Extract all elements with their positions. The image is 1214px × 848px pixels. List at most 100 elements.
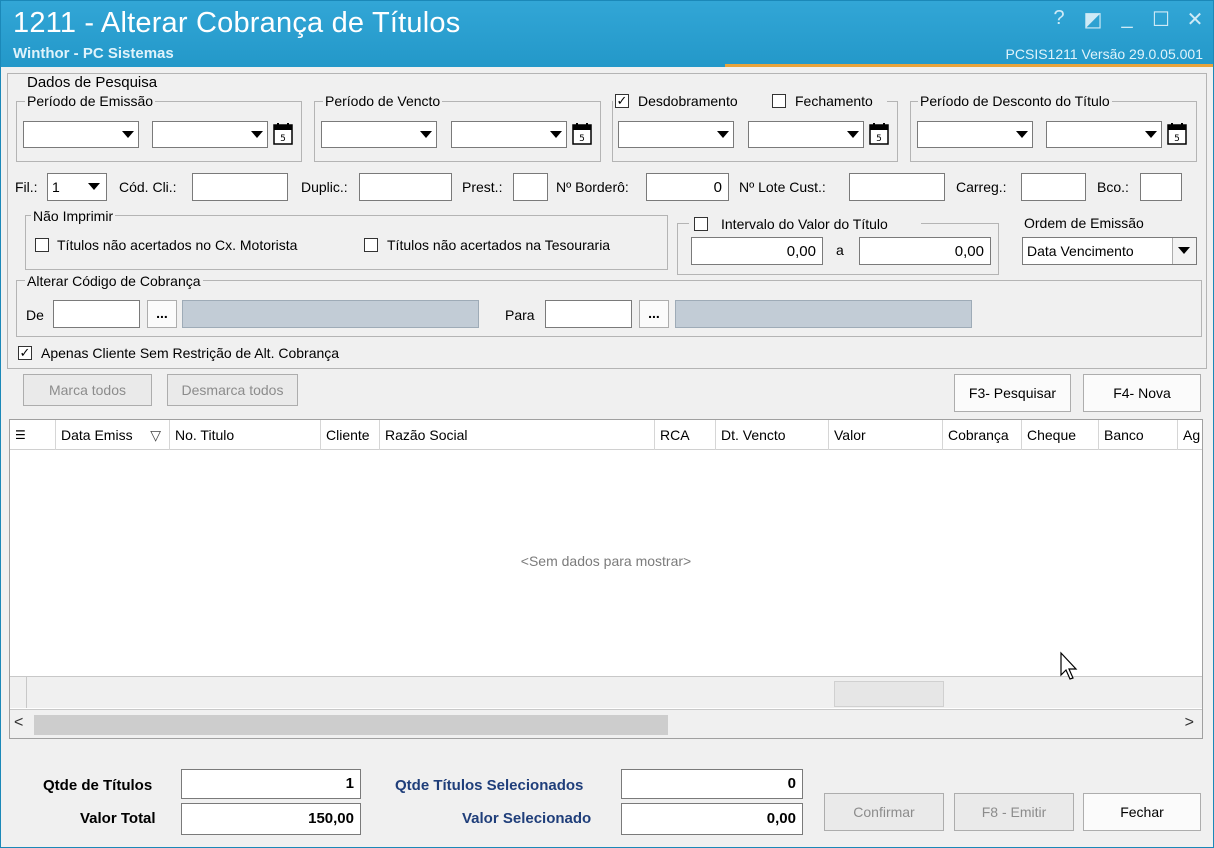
titles-grid[interactable]: ☰ Data Emiss ▽ No. Titulo Cliente Razão … <box>9 419 1203 739</box>
desconto-legend: Período de Desconto do Título <box>918 93 1112 109</box>
col-rca[interactable]: RCA <box>655 420 716 450</box>
col-razao-social[interactable]: Razão Social <box>380 420 655 450</box>
carreg-input[interactable] <box>1021 173 1086 201</box>
para-description <box>675 300 972 328</box>
chevron-down-icon <box>251 131 263 138</box>
desdobramento-end-combo[interactable] <box>748 121 864 148</box>
column-chooser-icon[interactable]: ☰ <box>10 420 56 450</box>
window-title: 1211 - Alterar Cobrança de Títulos <box>13 7 461 39</box>
intervalo-de-input[interactable]: 0,00 <box>691 237 823 265</box>
bordero-input[interactable]: 0 <box>646 173 729 201</box>
tesouraria-label: Títulos não acertados na Tesouraria <box>387 237 611 253</box>
emissao-end-combo[interactable] <box>152 121 268 148</box>
help-icon[interactable]: ? <box>1047 7 1071 32</box>
intervalo-ate-input[interactable]: 0,00 <box>859 237 991 265</box>
col-cheque[interactable]: Cheque <box>1022 420 1099 450</box>
prest-input[interactable] <box>513 173 548 201</box>
valor-selecionado-field: 0,00 <box>621 803 803 835</box>
desconto-start-combo[interactable] <box>917 121 1033 148</box>
svg-text:5: 5 <box>280 134 286 144</box>
close-icon[interactable]: ✕ <box>1183 7 1207 32</box>
col-cobranca[interactable]: Cobrança <box>943 420 1022 450</box>
col-dt-vencto[interactable]: Dt. Vencto <box>716 420 829 450</box>
fechamento-checkbox[interactable] <box>772 94 786 108</box>
filial-combo[interactable]: 1 <box>47 173 107 201</box>
nao-imprimir-legend: Não Imprimir <box>31 208 116 224</box>
motorista-checkbox[interactable] <box>35 238 49 252</box>
alterar-legend: Alterar Código de Cobrança <box>25 273 203 289</box>
desdobramento-start-combo[interactable] <box>618 121 734 148</box>
apenas-cliente-label: Apenas Cliente Sem Restrição de Alt. Cob… <box>41 345 340 361</box>
sort-icon: ▽ <box>150 427 161 443</box>
carreg-label: Carreg.: <box>956 179 1007 195</box>
confirmar-button[interactable]: Confirmar <box>824 793 944 831</box>
intervalo-de-value: 0,00 <box>786 243 816 260</box>
horizontal-scrollbar[interactable]: < > <box>10 709 1202 738</box>
col-data-emiss[interactable]: Data Emiss ▽ <box>56 420 170 450</box>
search-legend: Dados de Pesquisa <box>25 74 160 91</box>
scrollbar-thumb[interactable] <box>34 715 668 735</box>
maximize-icon[interactable]: ☐ <box>1149 7 1173 32</box>
qtde-selecionados-field: 0 <box>621 769 803 799</box>
calendar-icon[interactable]: 5 <box>868 122 890 146</box>
bco-input[interactable] <box>1140 173 1182 201</box>
lote-input[interactable] <box>849 173 945 201</box>
vencto-end-combo[interactable] <box>451 121 567 148</box>
desconto-end-combo[interactable] <box>1046 121 1162 148</box>
summary-divider <box>26 677 27 708</box>
codcli-label: Cód. Cli.: <box>119 179 177 195</box>
calendar-icon[interactable]: 5 <box>1166 122 1188 146</box>
fechar-button[interactable]: Fechar <box>1083 793 1201 831</box>
scroll-right-icon[interactable]: > <box>1185 714 1194 732</box>
empty-message: <Sem dados para mostrar> <box>520 553 692 569</box>
intervalo-checkbox[interactable] <box>694 217 708 231</box>
emissao-start-combo[interactable] <box>23 121 139 148</box>
de-input[interactable] <box>53 300 140 328</box>
qtde-titulos-field: 1 <box>181 769 361 799</box>
calendar-icon[interactable]: 5 <box>272 122 294 146</box>
motorista-label: Títulos não acertados no Cx. Motorista <box>57 237 298 253</box>
vencto-start-combo[interactable] <box>321 121 437 148</box>
nova-button[interactable]: F4- Nova <box>1083 374 1201 412</box>
de-lookup-button[interactable]: ... <box>147 300 177 328</box>
ordem-combo[interactable]: Data Vencimento <box>1022 237 1197 265</box>
version-label: PCSIS1211 Versão 29.0.05.001 <box>1005 46 1203 62</box>
para-input[interactable] <box>545 300 632 328</box>
marca-todos-button[interactable]: Marca todos <box>23 374 152 406</box>
chevron-down-icon <box>122 131 134 138</box>
desdobramento-checkbox[interactable]: ✓ <box>615 94 629 108</box>
ordem-value: Data Vencimento <box>1027 243 1134 259</box>
tesouraria-checkbox[interactable] <box>364 238 378 252</box>
bco-label: Bco.: <box>1097 179 1129 195</box>
col-cliente[interactable]: Cliente <box>321 420 380 450</box>
svg-text:5: 5 <box>579 134 585 144</box>
para-label: Para <box>505 307 535 323</box>
col-no-titulo[interactable]: No. Titulo <box>170 420 321 450</box>
calendar-icon[interactable]: 5 <box>571 122 593 146</box>
qtde-titulos-label: Qtde de Títulos <box>43 777 153 794</box>
duplic-label: Duplic.: <box>301 179 348 195</box>
title-bar: 1211 - Alterar Cobrança de Títulos Winth… <box>1 1 1213 67</box>
emitir-button[interactable]: F8 - Emitir <box>954 793 1074 831</box>
minimize-icon[interactable]: _ <box>1115 7 1139 32</box>
col-banco[interactable]: Banco <box>1099 420 1178 450</box>
accent-line <box>725 64 1213 67</box>
scroll-left-icon[interactable]: < <box>14 714 23 732</box>
restore-layout-icon[interactable]: ◩ <box>1081 7 1105 32</box>
chevron-down-icon <box>717 131 729 138</box>
desdobramento-label: Desdobramento <box>638 93 738 109</box>
qtde-titulos-value: 1 <box>345 775 354 792</box>
pesquisar-button[interactable]: F3- Pesquisar <box>954 374 1071 412</box>
codcli-input[interactable] <box>192 173 288 201</box>
window-controls: ? ◩ _ ☐ ✕ <box>1047 7 1207 32</box>
col-ag[interactable]: Ag <box>1178 420 1202 450</box>
desmarca-todos-button[interactable]: Desmarca todos <box>167 374 298 406</box>
filial-value: 1 <box>52 179 60 195</box>
chevron-down-icon <box>1016 131 1028 138</box>
valor-total-value: 150,00 <box>308 810 354 827</box>
para-lookup-button[interactable]: ... <box>639 300 669 328</box>
col-valor[interactable]: Valor <box>829 420 943 450</box>
bordero-label: Nº Borderô: <box>556 179 629 195</box>
duplic-input[interactable] <box>359 173 452 201</box>
apenas-cliente-checkbox[interactable]: ✓ <box>18 346 32 360</box>
